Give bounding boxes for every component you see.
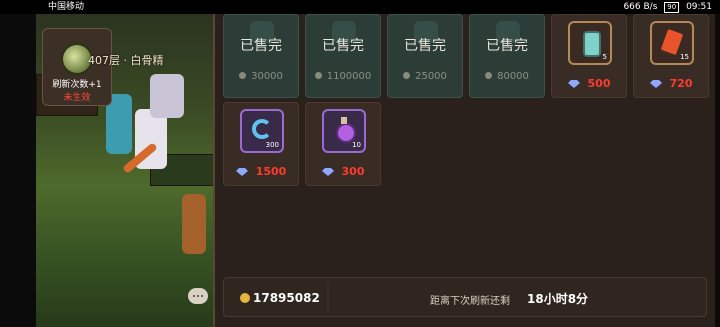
coin-balance: 17895082 (240, 291, 320, 305)
coin-icon (239, 72, 247, 79)
sold-out-label: 已售完 (486, 38, 528, 54)
item-quantity: 5 (602, 53, 607, 61)
item-quantity: 10 (352, 141, 361, 149)
coin-icon (403, 72, 411, 79)
price-value: 720 (669, 77, 693, 90)
gold-coin-icon (240, 293, 250, 303)
item-price: 300 (306, 165, 380, 178)
floor-label: 407层 · 白骨精 (88, 54, 164, 67)
price-value: 500 (587, 77, 611, 90)
item-price: 25000 (388, 71, 462, 82)
gem-icon (321, 168, 334, 176)
item-price: 720 (634, 77, 708, 90)
shop-item-potion-bottle[interactable]: 5 500 (551, 14, 627, 98)
status-bar: 中国移动 666 B/s 90 09:51 (0, 0, 720, 14)
coin-balance-value: 17895082 (253, 291, 320, 305)
price-value: 30000 (251, 71, 283, 82)
item-price: 500 (552, 77, 626, 90)
item-quantity: 300 (265, 141, 279, 149)
shop-item-blue-swirl[interactable]: 300 1500 (223, 102, 299, 186)
shop-panel: 已售完 30000 已售完 1100000 已售完 25000 已售完 8000… (213, 14, 717, 327)
next-refresh-label: 距离下次刷新还剩 (430, 296, 510, 307)
coin-icon (485, 72, 493, 79)
shop-item-red-crystal[interactable]: 15 720 (633, 14, 709, 98)
game-scene[interactable]: 刷新次数+1 未生效 407层 · 白骨精 (0, 14, 215, 327)
price-value: 300 (341, 165, 365, 178)
red-crystal-icon: 15 (650, 21, 694, 65)
footer-divider (327, 284, 329, 312)
gem-icon (567, 80, 580, 88)
sold-out-label: 已售完 (322, 38, 364, 54)
carrier-label: 中国移动 (48, 2, 85, 12)
price-value: 1100000 (326, 71, 372, 82)
right-edge (715, 14, 720, 327)
blue-swirl-icon: 300 (240, 109, 284, 153)
shop-item-sold: 已售完 1100000 (305, 14, 381, 98)
item-price: 30000 (224, 71, 298, 82)
next-refresh-time: 18小时8分 (527, 292, 589, 306)
sold-out-label: 已售完 (404, 38, 446, 54)
white-hair-character[interactable] (150, 74, 184, 118)
shop-item-sold: 已售完 30000 (223, 14, 299, 98)
shop-footer: 17895082 距离下次刷新还剩 18小时8分 (223, 277, 707, 317)
gem-icon (235, 168, 248, 176)
potion-bottle-icon: 5 (568, 21, 612, 65)
shop-item-purple-potion[interactable]: 10 300 (305, 102, 381, 186)
badge-title: 刷新次数+1 (52, 80, 102, 90)
item-quantity: 15 (680, 53, 689, 61)
chat-bubble-icon[interactable] (188, 288, 208, 304)
battery-icon: 90 (664, 2, 680, 13)
network-speed: 666 B/s (623, 2, 658, 12)
status-right: 666 B/s 90 09:51 (623, 0, 712, 14)
price-value: 25000 (415, 71, 447, 82)
warrior-character[interactable] (182, 194, 206, 254)
gem-icon (649, 80, 662, 88)
item-price: 80000 (470, 71, 544, 82)
skull-emblem-icon (63, 45, 91, 73)
item-price: 1100000 (306, 71, 380, 82)
clock: 09:51 (686, 2, 712, 12)
sold-out-label: 已售完 (240, 38, 282, 54)
price-value: 80000 (497, 71, 529, 82)
price-value: 1500 (255, 165, 287, 178)
badge-status: 未生效 (63, 93, 91, 103)
shop-item-sold: 已售完 25000 (387, 14, 463, 98)
purple-potion-icon: 10 (322, 109, 366, 153)
item-price: 1500 (224, 165, 298, 178)
coin-icon (314, 72, 322, 79)
scene-left-edge (0, 14, 36, 327)
shop-item-sold: 已售完 80000 (469, 14, 545, 98)
